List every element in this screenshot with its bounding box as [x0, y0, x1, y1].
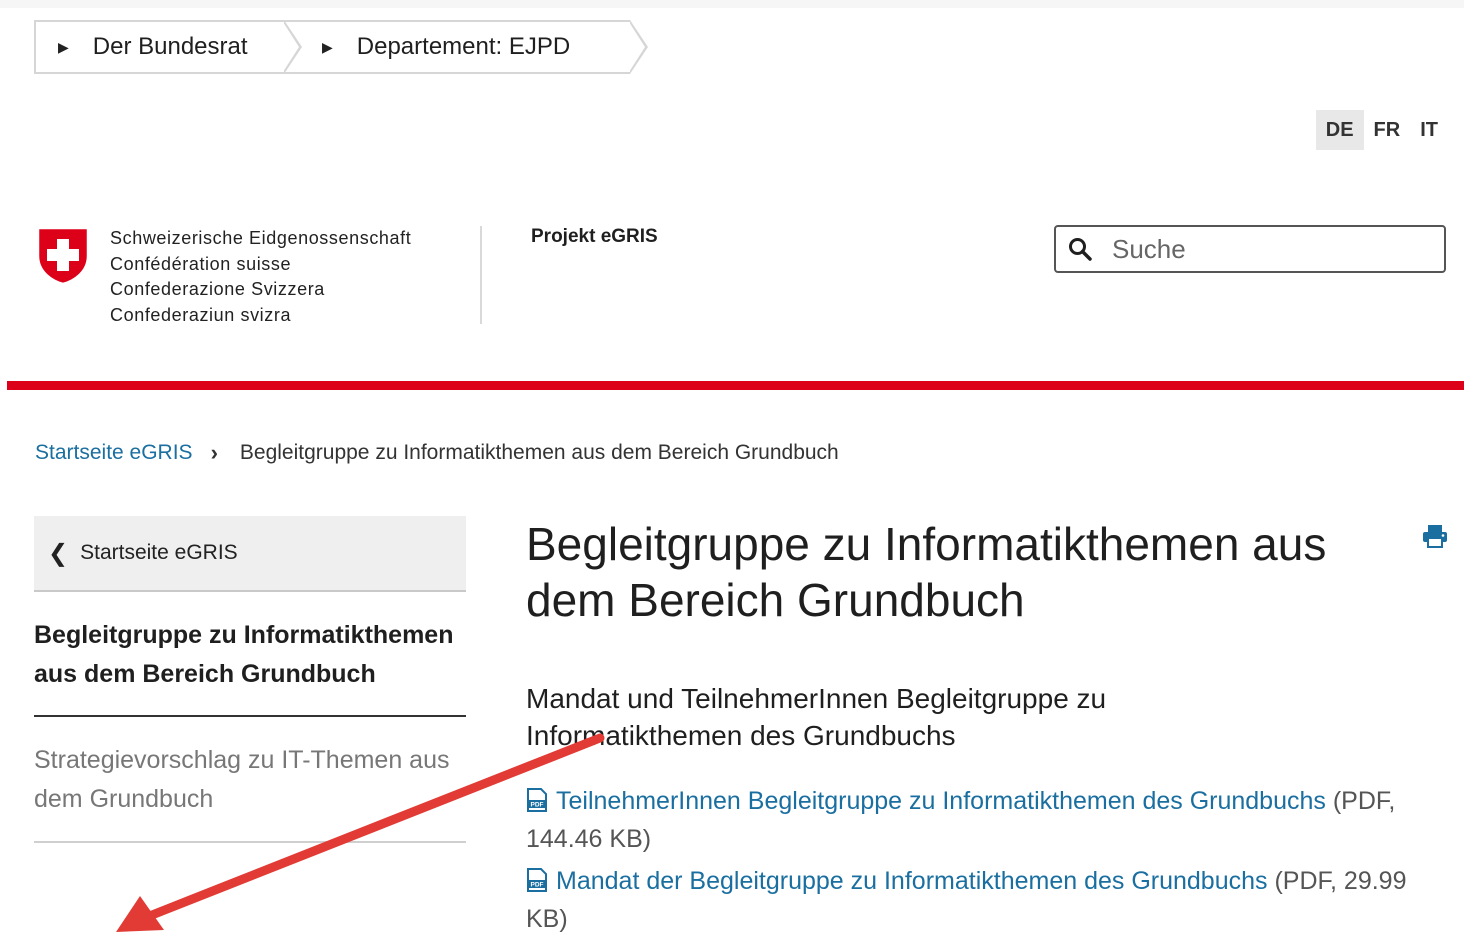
lang-fr[interactable]: FR: [1364, 110, 1411, 150]
logo-line: Confederazione Svizzera: [110, 279, 325, 300]
sidebar-back-link[interactable]: ❮ Startseite eGRIS: [34, 516, 466, 592]
header-divider: [480, 226, 482, 324]
main-content: Begleitgruppe zu Informatikthemen aus de…: [526, 516, 1426, 937]
section-title: Mandat und TeilnehmerInnen Begleitgruppe…: [526, 683, 1107, 751]
breadcrumb: Startseite eGRIS › Begleitgruppe zu Info…: [35, 440, 839, 466]
logo-line: Confederaziun svizra: [110, 304, 292, 325]
dept-nav-item-ejpd[interactable]: ▶ Departement: EJPD: [284, 20, 648, 74]
top-strip: [0, 0, 1464, 8]
language-switcher: DE FR IT: [1315, 110, 1448, 150]
search-icon: [1069, 238, 1092, 261]
document-item: PDF Mandat der Begleitgruppe zu Informat…: [526, 862, 1426, 937]
sidebar-item-strategievorschlag[interactable]: Strategievorschlag zu IT-Themen aus dem …: [34, 717, 466, 843]
caret-right-icon: ▶: [322, 38, 333, 55]
dept-nav-label: Departement: EJPD: [356, 33, 571, 60]
svg-text:PDF: PDF: [531, 882, 544, 889]
logo-line: Schweizerische Eidgenossenschaft: [110, 228, 412, 248]
caret-right-icon: ▶: [58, 38, 69, 55]
document-link[interactable]: TeilnehmerInnen Begleitgruppe zu Informa…: [556, 787, 1326, 815]
search-input[interactable]: [1112, 233, 1412, 265]
dept-nav-item-bundesrat[interactable]: ▶ Der Bundesrat: [34, 20, 302, 74]
document-link[interactable]: Mandat der Begleitgruppe zu Informatikth…: [556, 867, 1268, 895]
dept-nav-label: Der Bundesrat: [92, 33, 248, 60]
confederation-name: Schweizerische Eidgenossenschaft Confédé…: [110, 226, 411, 328]
department-nav: ▶ Der Bundesrat ▶ Departement: EJPD: [34, 20, 648, 74]
breadcrumb-current: Begleitgruppe zu Informatikthemen aus de…: [239, 441, 839, 464]
sidebar-nav: ❮ Startseite eGRIS Begleitgruppe zu Info…: [34, 516, 466, 843]
chevron-left-icon: ❮: [48, 539, 69, 567]
page-title: Begleitgruppe zu Informatikthemen aus de…: [526, 518, 1327, 626]
header-red-rule: [7, 381, 1464, 390]
project-title[interactable]: Projekt eGRIS: [531, 226, 658, 248]
logo-line: Confédération suisse: [110, 253, 292, 274]
lang-it[interactable]: IT: [1410, 110, 1448, 150]
svg-text:PDF: PDF: [531, 802, 544, 809]
document-item: PDF TeilnehmerInnen Begleitgruppe zu Inf…: [526, 782, 1426, 858]
chevron-right-icon: ›: [210, 440, 218, 465]
pdf-file-icon: PDF: [527, 788, 547, 812]
search-box[interactable]: [1054, 225, 1446, 273]
breadcrumb-home-link[interactable]: Startseite eGRIS: [35, 441, 193, 465]
document-list: PDF TeilnehmerInnen Begleitgruppe zu Inf…: [526, 782, 1426, 937]
sidebar-item-active[interactable]: Begleitgruppe zu Informatikthemen aus de…: [34, 592, 466, 717]
sidebar-back-label: Startseite eGRIS: [80, 541, 238, 564]
swiss-coat-of-arms-logo[interactable]: [36, 226, 90, 286]
pdf-file-icon: PDF: [527, 868, 547, 892]
lang-de[interactable]: DE: [1315, 110, 1364, 150]
